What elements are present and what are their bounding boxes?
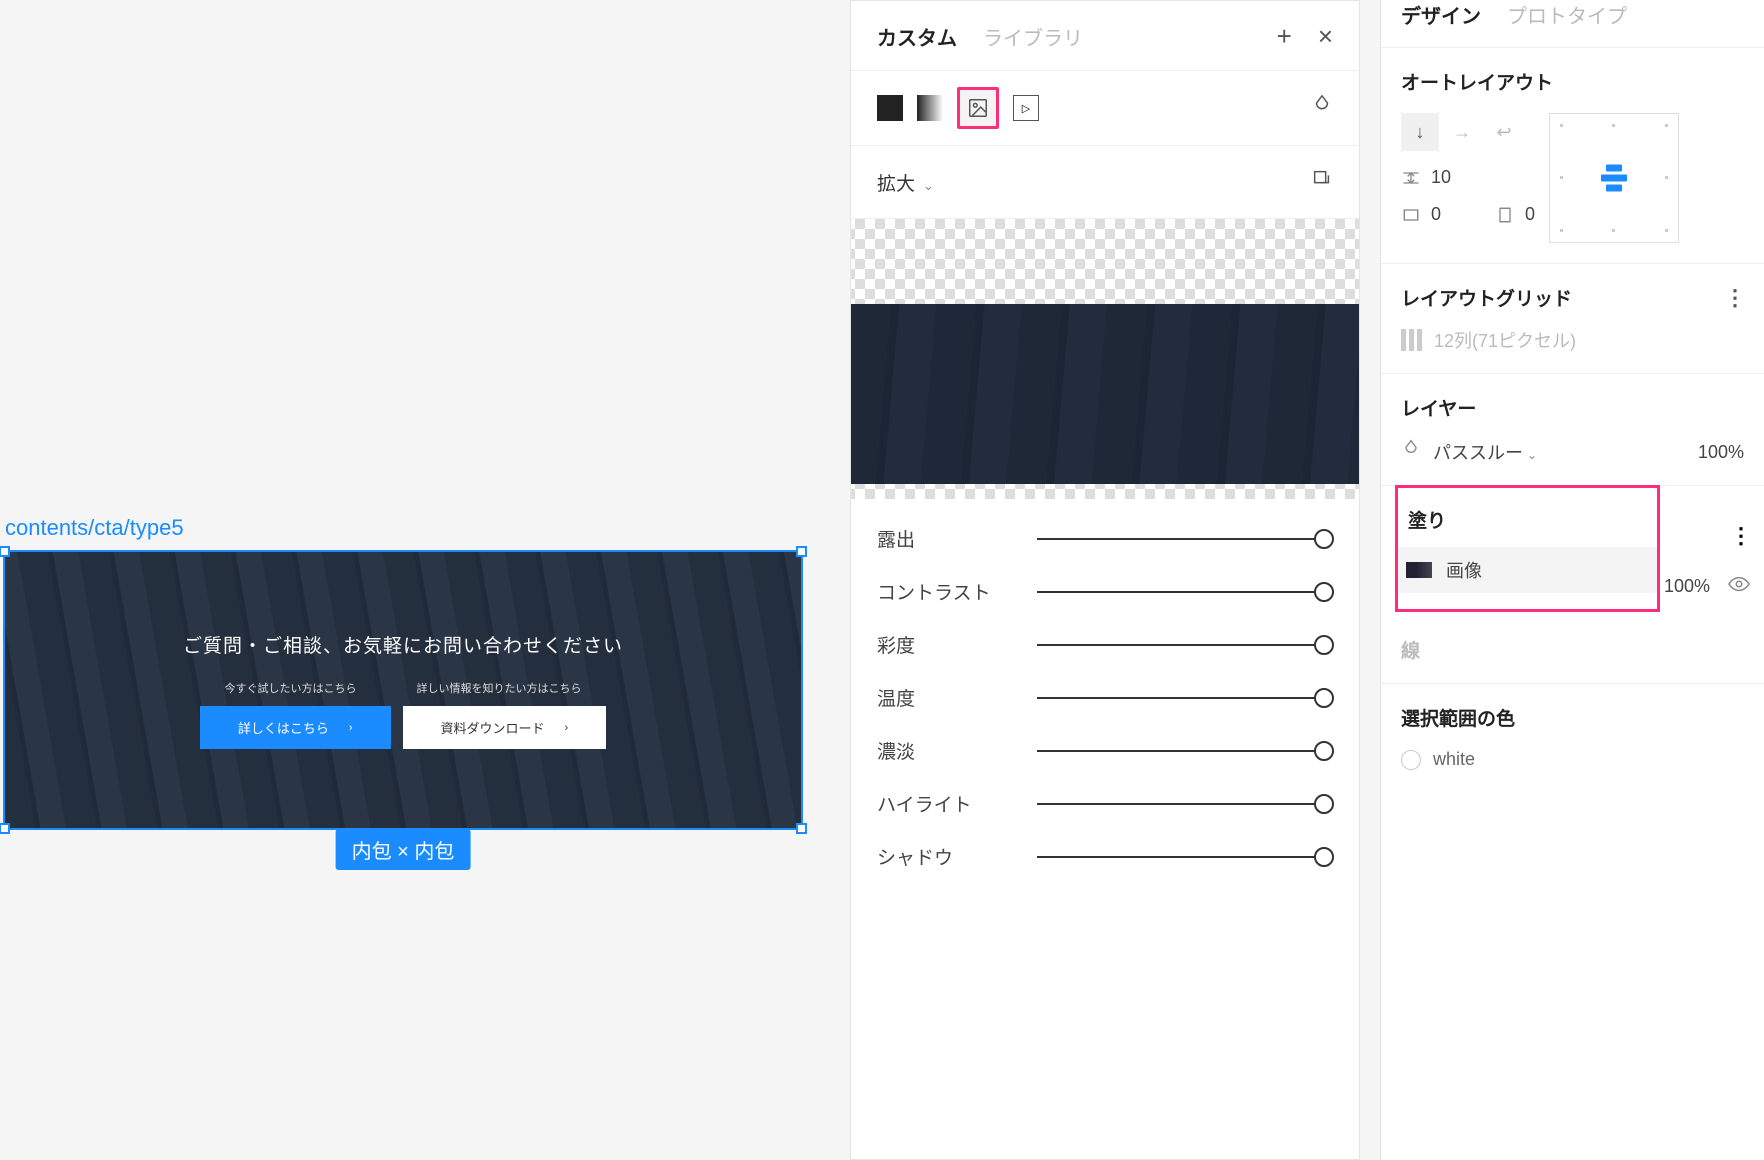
close-icon[interactable]: × — [1318, 21, 1333, 52]
fill-popover: カスタム ライブラリ + × ▷ 拡大⌄ 露出 コントラスト 彩度 温度 濃淡 — [850, 0, 1360, 1160]
direction-horizontal-button[interactable]: → — [1443, 113, 1481, 151]
slider-tint[interactable]: 濃淡 — [877, 737, 1333, 764]
fill-image-button-highlight — [957, 87, 999, 129]
tab-library[interactable]: ライブラリ — [983, 22, 1083, 51]
scale-mode-row: 拡大⌄ — [851, 146, 1359, 219]
alignment-box[interactable] — [1549, 113, 1679, 243]
canvas-area[interactable]: contents/cta/type5 ご質問・ご相談、お気軽にお問い合わせくださ… — [0, 0, 850, 1160]
fill-thumbnail[interactable] — [1406, 562, 1432, 578]
inspector-tabs: デザイン プロトタイプ — [1381, 0, 1764, 48]
slider-shadows[interactable]: シャドウ — [877, 843, 1333, 870]
layout-grid-title: レイアウトグリッド — [1401, 284, 1572, 311]
resize-handle-tr[interactable] — [796, 546, 807, 557]
layout-grid-section: レイアウトグリッド ⋮ 12列(71ピクセル) — [1381, 264, 1764, 374]
cta-sub-right: 詳しい情報を知りたい方はこちら — [417, 680, 582, 696]
chevron-right-icon: › — [565, 722, 569, 734]
fill-title: 塗り — [1404, 506, 1446, 533]
fill-type-row: ▷ — [851, 71, 1359, 146]
direction-vertical-button[interactable]: ↓ — [1401, 113, 1439, 151]
selection-colors-title: 選択範囲の色 — [1401, 704, 1744, 731]
popover-tabs: カスタム ライブラリ + × — [851, 1, 1359, 71]
direction-wrap-button[interactable]: ↩ — [1485, 113, 1523, 151]
chevron-right-icon: › — [349, 722, 353, 734]
fill-row[interactable]: 画像 — [1398, 547, 1657, 593]
cta-heading: ご質問・ご相談、お気軽にお問い合わせください — [183, 631, 623, 658]
align-center-icon — [1601, 165, 1627, 192]
spacing-input[interactable]: 10 — [1401, 167, 1535, 188]
image-adjust-sliders: 露出 コントラスト 彩度 温度 濃淡 ハイライト シャドウ — [851, 499, 1359, 870]
autolayout-title: オートレイアウト — [1401, 68, 1744, 95]
stroke-title: 線 — [1401, 641, 1420, 662]
blend-drop-icon — [1401, 439, 1421, 465]
slider-saturation[interactable]: 彩度 — [877, 631, 1333, 658]
tab-design[interactable]: デザイン — [1401, 0, 1481, 29]
tab-prototype[interactable]: プロトタイプ — [1507, 0, 1627, 29]
padding-v-input[interactable]: 0 — [1495, 204, 1535, 225]
padding-h-input[interactable]: 0 — [1401, 204, 1441, 225]
slider-contrast[interactable]: コントラスト — [877, 578, 1333, 605]
stroke-section: 線 — [1381, 616, 1764, 684]
size-badge[interactable]: 内包 × 内包 — [336, 829, 471, 870]
cta-secondary-button: 資料ダウンロード› — [403, 706, 607, 749]
preview-image-content — [851, 304, 1359, 484]
eye-icon[interactable] — [1728, 573, 1750, 600]
inspector-panel: デザイン プロトタイプ オートレイアウト ↓ → ↩ 10 0 — [1380, 0, 1764, 1160]
fill-opacity-input[interactable]: 100% — [1664, 576, 1710, 597]
resize-handle-br[interactable] — [796, 823, 807, 834]
fill-solid-button[interactable] — [877, 95, 903, 121]
frame-label[interactable]: contents/cta/type5 — [5, 515, 184, 541]
layer-title: レイヤー — [1401, 394, 1744, 421]
blend-mode-dropdown[interactable]: パススルー⌄ — [1433, 439, 1537, 465]
layer-opacity-input[interactable]: 100% — [1698, 442, 1744, 463]
selection-colors-section: 選択範囲の色 white — [1381, 684, 1764, 790]
cta-sub-left: 今すぐ試したい方はこちら — [225, 680, 357, 696]
autolayout-section: オートレイアウト ↓ → ↩ 10 0 — [1381, 48, 1764, 264]
slider-highlights[interactable]: ハイライト — [877, 790, 1333, 817]
rotate-icon[interactable] — [1311, 168, 1333, 196]
chevron-down-icon: ⌄ — [1527, 448, 1537, 462]
slider-temperature[interactable]: 温度 — [877, 684, 1333, 711]
cta-primary-button: 詳しくはこちら› — [200, 706, 391, 749]
image-preview[interactable] — [851, 219, 1359, 499]
chevron-down-icon: ⌄ — [923, 178, 934, 193]
grid-row[interactable]: 12列(71ピクセル) — [1401, 327, 1744, 353]
resize-handle-tl[interactable] — [0, 546, 10, 557]
white-swatch — [1401, 750, 1421, 770]
blend-icon[interactable] — [1311, 94, 1333, 122]
fill-section-highlight: 塗り 画像 — [1395, 485, 1660, 612]
plus-icon[interactable]: + — [1277, 21, 1292, 52]
frame-content: ご質問・ご相談、お気軽にお問い合わせください 今すぐ試したい方はこちら 詳しい情… — [5, 552, 801, 828]
fill-gradient-button[interactable] — [917, 95, 943, 121]
more-icon[interactable]: ⋮ — [1730, 523, 1750, 549]
fill-video-button[interactable]: ▷ — [1013, 95, 1039, 121]
color-row-white[interactable]: white — [1401, 749, 1744, 770]
scale-mode-dropdown[interactable]: 拡大⌄ — [877, 169, 934, 196]
fill-image-button[interactable] — [965, 95, 991, 121]
resize-handle-bl[interactable] — [0, 823, 10, 834]
selected-frame[interactable]: ご質問・ご相談、お気軽にお問い合わせください 今すぐ試したい方はこちら 詳しい情… — [3, 550, 803, 830]
more-icon[interactable]: ⋮ — [1724, 285, 1744, 311]
tab-custom[interactable]: カスタム — [877, 22, 957, 51]
layer-section: レイヤー パススルー⌄ 100% — [1381, 374, 1764, 486]
slider-exposure[interactable]: 露出 — [877, 525, 1333, 552]
columns-icon — [1401, 329, 1422, 351]
